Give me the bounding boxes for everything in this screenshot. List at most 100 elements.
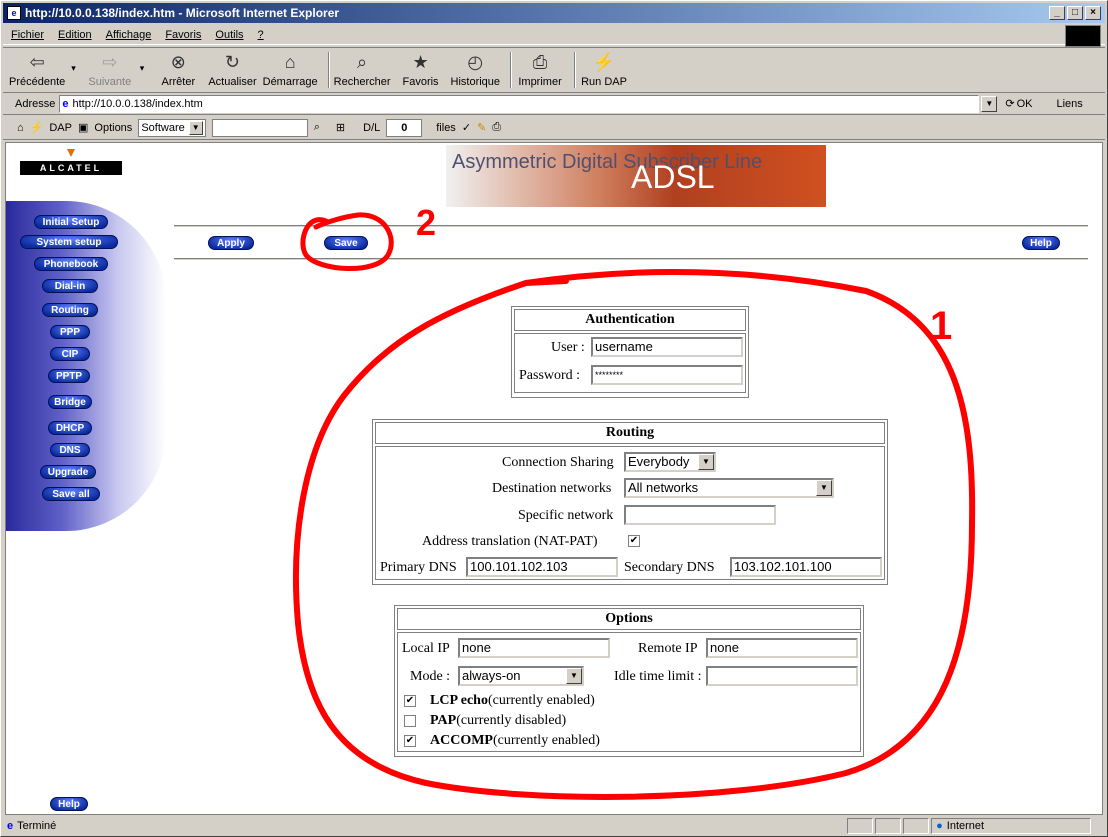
menu-outils[interactable]: Outils <box>215 29 243 41</box>
remote-ip-input[interactable]: none <box>706 638 858 658</box>
dap-button[interactable]: DAP <box>49 122 72 134</box>
authentication-panel: Authentication User : username Password … <box>511 306 749 398</box>
save-button[interactable]: Save <box>324 236 368 250</box>
options-button[interactable]: Options <box>94 122 132 134</box>
connection-sharing-value: Everybody <box>628 454 690 469</box>
toolbar-label: Rechercher <box>333 76 391 88</box>
sidebar-item-dns[interactable]: DNS <box>50 443 90 457</box>
menu-affichage[interactable]: Affichage <box>106 29 152 41</box>
idle-time-input[interactable] <box>706 666 858 686</box>
mode-select[interactable]: always-on ▼ <box>458 666 584 686</box>
local-ip-input[interactable]: none <box>458 638 610 658</box>
primary-dns-label: Primary DNS <box>380 560 457 575</box>
back-arrow-icon: ⇦ <box>29 52 45 72</box>
sidebar-item-bridge[interactable]: Bridge <box>48 395 92 409</box>
sidebar-item-ppp[interactable]: PPP <box>50 325 90 339</box>
user-input[interactable]: username <box>591 337 743 357</box>
primary-dns-input[interactable]: 100.101.102.103 <box>466 557 618 577</box>
options-icon: ▣ <box>77 122 89 134</box>
lcp-echo-name: LCP echo <box>430 693 488 708</box>
sidebar-help-button[interactable]: Help <box>50 797 88 811</box>
chevron-down-icon: ▼ <box>566 668 582 684</box>
check-icon[interactable]: ✓ <box>462 121 471 134</box>
standard-toolbar: ⇦ Précédente ▾ ⇨ Suivante ▾ ⊗ Arrêter ↻ Actualise… <box>3 47 1105 93</box>
toolbar-label: Historique <box>450 76 501 88</box>
home-small-icon[interactable]: ⌂ <box>17 122 24 134</box>
menu-fichier[interactable]: Fichier <box>11 29 44 41</box>
routing-panel: Routing Connection Sharing Everybody ▼ De… <box>372 419 888 585</box>
sidebar-item-upgrade[interactable]: Upgrade <box>40 465 96 479</box>
accomp-state: (currently enabled) <box>493 733 600 748</box>
dap-search-icon[interactable]: ⌕ <box>314 121 320 134</box>
historique-button[interactable]: ◴ Historique <box>451 52 501 88</box>
connection-sharing-select[interactable]: Everybody ▼ <box>624 452 716 472</box>
nat-checkbox[interactable]: ✔ <box>628 535 640 547</box>
sidebar-item-routing[interactable]: Routing <box>42 303 98 317</box>
sidebar-item-phonebook[interactable]: Phonebook <box>34 257 108 271</box>
address-input[interactable]: e http://10.0.0.138/index.htm <box>59 94 980 113</box>
options-title: Options <box>397 608 861 630</box>
accomp-name: ACCOMP <box>430 733 493 748</box>
sidebar-item-dial-in[interactable]: Dial-in <box>42 279 98 293</box>
menu-favoris[interactable]: Favoris <box>165 29 201 41</box>
accomp-checkbox[interactable]: ✔ <box>404 735 416 747</box>
toolbar-separator <box>327 52 330 88</box>
annotation-number-2: 2 <box>416 202 436 243</box>
lcp-echo-checkbox[interactable]: ✔ <box>404 695 416 707</box>
dl-count: 0 <box>386 118 423 137</box>
toolbar-label: Favoris <box>402 76 439 88</box>
sidebar-item-system-setup[interactable]: System setup <box>20 235 118 249</box>
toolbar-label: Actualiser <box>208 76 257 88</box>
apply-button[interactable]: Apply <box>208 236 254 250</box>
sidebar-item-pptp[interactable]: PPTP <box>48 369 90 383</box>
pap-label: PAP(currently disabled) <box>430 713 566 729</box>
mode-value: always-on <box>462 668 521 683</box>
sidebar-item-dhcp[interactable]: DHCP <box>48 421 92 435</box>
nat-label: Address translation (NAT-PAT) <box>422 534 598 549</box>
dap-grid-icon[interactable]: ⊞ <box>336 121 345 134</box>
imprimer-button[interactable]: ⎙ Imprimer <box>516 52 564 88</box>
destination-networks-select[interactable]: All networks ▼ <box>624 478 834 498</box>
category-select[interactable]: Software ▼ <box>138 118 206 137</box>
links-button[interactable]: Liens <box>1056 98 1082 110</box>
sidebar-item-initial-setup[interactable]: Initial Setup <box>34 215 108 229</box>
ie-page-icon: e <box>7 6 21 20</box>
favoris-button[interactable]: ★ Favoris <box>397 52 445 88</box>
go-icon[interactable]: ⟳ <box>1005 97 1014 110</box>
d-marrage-button[interactable]: ⌂ Démarrage <box>263 52 318 88</box>
pen-icon[interactable]: ✎ <box>477 121 486 134</box>
zone-text: Internet <box>946 820 985 832</box>
secondary-dns-input[interactable]: 103.102.101.100 <box>730 557 882 577</box>
dap-toolbar: ⌂ ⚡ DAP ▣ Options Software ▼ ⌕ ⊞ D/L 0 f… <box>3 116 1105 140</box>
history-dropdown-icon[interactable]: ▾ <box>71 63 76 74</box>
address-dropdown-button[interactable]: ▼ <box>981 95 998 112</box>
zone-pane: ● Internet <box>931 818 1092 834</box>
dap-search-input[interactable] <box>211 118 308 137</box>
rechercher-button[interactable]: ⌕ Rechercher <box>334 52 391 88</box>
forward-arrow-icon: ⇨ <box>102 52 118 72</box>
address-label: Adresse <box>15 97 56 110</box>
help-button[interactable]: Help <box>1022 236 1060 250</box>
home-icon: ⌂ <box>284 52 296 72</box>
maximize-button[interactable]: □ <box>1067 6 1083 20</box>
menu-edition[interactable]: Edition <box>58 29 92 41</box>
category-dropdown[interactable]: ▼ <box>188 120 203 135</box>
actualiser-button[interactable]: ↻ Actualiser <box>208 52 256 88</box>
run-dap-button[interactable]: ⚡ Run DAP <box>580 52 628 88</box>
minimize-button[interactable]: _ <box>1049 6 1065 20</box>
arr-ter-button[interactable]: ⊗ Arrêter <box>154 52 202 88</box>
pr-c-dente-button[interactable]: ⇦ Précédente <box>9 52 65 88</box>
annotation-number-1: 1 <box>930 304 952 348</box>
pap-checkbox[interactable] <box>404 715 416 727</box>
specific-network-input[interactable] <box>624 505 776 525</box>
menu-help[interactable]: ? <box>258 29 264 41</box>
options-panel: Options Local IP none Remote IP none Mod… <box>394 605 864 757</box>
sidebar-item-cip[interactable]: CIP <box>50 347 90 361</box>
suivante-button[interactable]: ⇨ Suivante <box>86 52 134 88</box>
sidebar-item-save-all[interactable]: Save all <box>42 487 100 501</box>
password-input[interactable]: ******** <box>591 365 743 385</box>
history-dropdown-icon[interactable]: ▾ <box>140 63 145 74</box>
printer-small-icon[interactable]: ⎙ <box>492 121 501 134</box>
close-button[interactable]: × <box>1085 6 1101 20</box>
go-button[interactable]: OK <box>1017 98 1033 110</box>
